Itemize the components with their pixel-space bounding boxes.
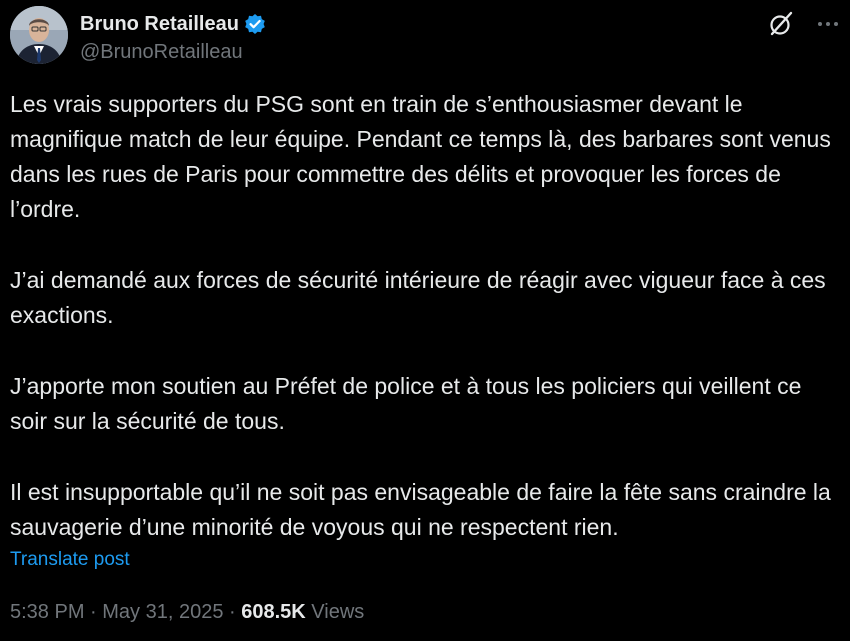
verified-badge-icon[interactable] <box>244 13 266 35</box>
meta-separator: · <box>84 601 103 623</box>
tweet-header: Bruno Retailleau @BrunoRetailleau <box>10 6 840 66</box>
tweet: Bruno Retailleau @BrunoRetailleau Les vr… <box>0 0 850 641</box>
tweet-paragraph: J’ai demandé aux forces de sécurité inté… <box>10 267 826 328</box>
tweet-text: Les vrais supporters du PSG sont en trai… <box>10 87 840 581</box>
author-handle[interactable]: @BrunoRetailleau <box>80 41 266 64</box>
tweet-metadata: 5:38 PM · May 31, 2025 · 608.5K Views <box>10 601 364 624</box>
translate-post-link[interactable]: Translate post <box>10 549 130 571</box>
tweet-paragraph: Il est insupportable qu’il ne soit pas e… <box>10 479 831 540</box>
post-date[interactable]: May 31, 2025 <box>102 601 223 623</box>
meta-separator: · <box>223 601 242 623</box>
display-name[interactable]: Bruno Retailleau <box>80 13 239 36</box>
avatar-photo <box>10 6 68 64</box>
name-row: Bruno Retailleau <box>80 12 266 36</box>
views-count: 608.5K <box>241 601 306 623</box>
views-label: Views <box>305 601 365 623</box>
author-names: Bruno Retailleau @BrunoRetailleau <box>80 12 266 64</box>
tweet-paragraph: J’apporte mon soutien au Préfet de polic… <box>10 373 802 434</box>
tweet-paragraph: Les vrais supporters du PSG sont en trai… <box>10 91 831 222</box>
post-time[interactable]: 5:38 PM <box>10 601 84 623</box>
more-options-icon[interactable] <box>816 13 840 35</box>
avatar[interactable] <box>10 6 68 64</box>
grok-icon[interactable] <box>768 11 794 37</box>
